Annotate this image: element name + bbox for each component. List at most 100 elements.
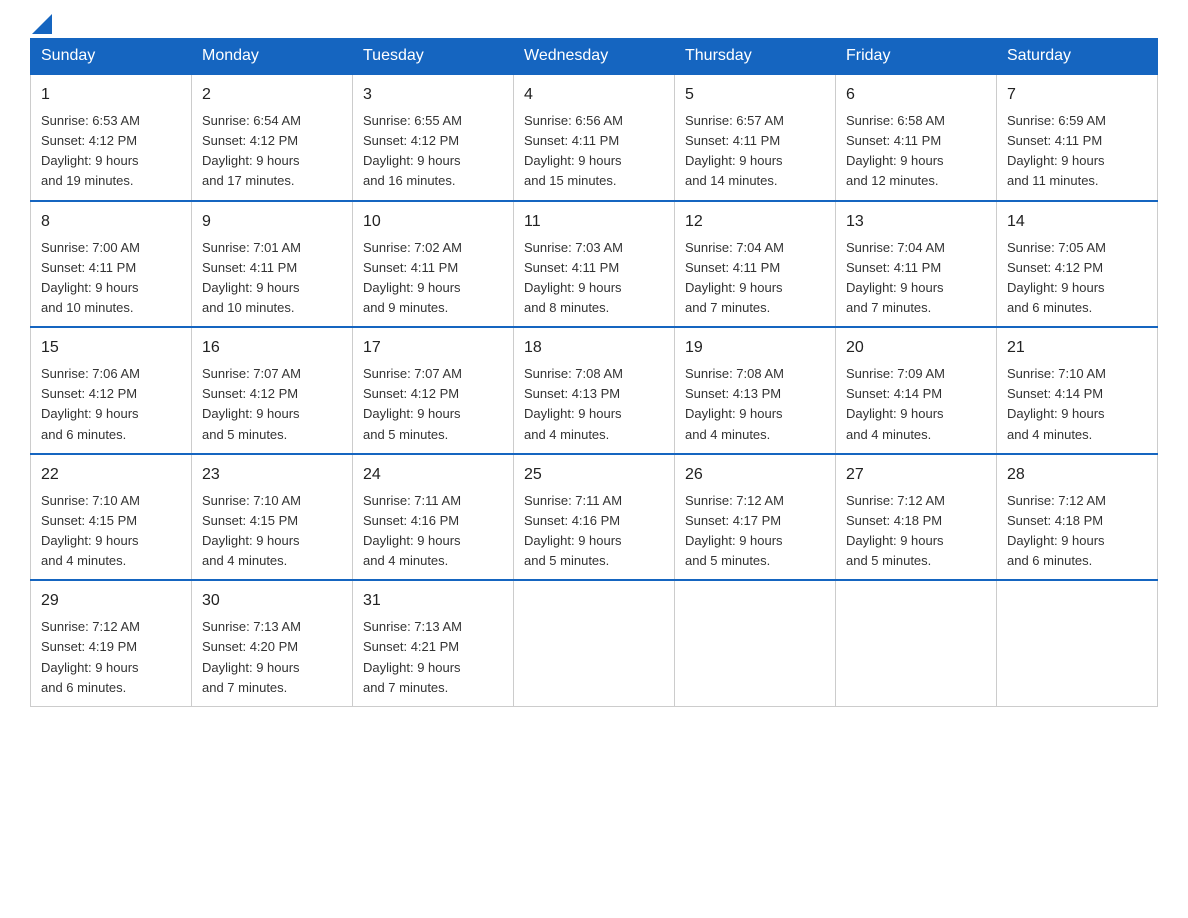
day-number: 19 <box>685 336 825 360</box>
day-number: 11 <box>524 210 664 234</box>
calendar-cell: 19 Sunrise: 7:08 AMSunset: 4:13 PMDayligh… <box>675 327 836 454</box>
calendar-cell: 30Sunrise: 7:13 AMSunset: 4:20 PMDayligh… <box>192 580 353 706</box>
calendar-cell: 17Sunrise: 7:07 AMSunset: 4:12 PMDayligh… <box>353 327 514 454</box>
day-number: 23 <box>202 463 342 487</box>
day-number: 2 <box>202 83 342 107</box>
day-number: 6 <box>846 83 986 107</box>
day-number: 27 <box>846 463 986 487</box>
calendar-header-friday: Friday <box>836 39 997 75</box>
calendar-cell: 26 Sunrise: 7:12 AMSunset: 4:17 PMDayligh… <box>675 454 836 581</box>
calendar-header-monday: Monday <box>192 39 353 75</box>
calendar-table: SundayMondayTuesdayWednesdayThursdayFrid… <box>30 38 1158 707</box>
day-info: Sunrise: 6:57 AMSunset: 4:11 PMDaylight:… <box>685 111 825 192</box>
day-number: 26 <box>685 463 825 487</box>
calendar-header-tuesday: Tuesday <box>353 39 514 75</box>
day-number: 22 <box>41 463 181 487</box>
calendar-week-row-4: 22 Sunrise: 7:10 AMSunset: 4:15 PMDayligh… <box>31 454 1158 581</box>
day-number: 31 <box>363 589 503 613</box>
day-number: 4 <box>524 83 664 107</box>
page-header <box>30 20 1158 28</box>
calendar-cell: 28 Sunrise: 7:12 AMSunset: 4:18 PMDayligh… <box>997 454 1158 581</box>
calendar-cell: 9 Sunrise: 7:01 AMSunset: 4:11 PMDaylight… <box>192 201 353 328</box>
calendar-cell: 4 Sunrise: 6:56 AMSunset: 4:11 PMDaylight… <box>514 74 675 201</box>
day-number: 20 <box>846 336 986 360</box>
calendar-header-wednesday: Wednesday <box>514 39 675 75</box>
day-info: Sunrise: 7:10 AMSunset: 4:14 PMDaylight:… <box>1007 364 1147 445</box>
day-number: 5 <box>685 83 825 107</box>
calendar-week-row-1: 1Sunrise: 6:53 AMSunset: 4:12 PMDaylight… <box>31 74 1158 201</box>
calendar-cell <box>836 580 997 706</box>
calendar-cell: 20 Sunrise: 7:09 AMSunset: 4:14 PMDayligh… <box>836 327 997 454</box>
calendar-cell <box>997 580 1158 706</box>
day-info: Sunrise: 7:00 AMSunset: 4:11 PMDaylight:… <box>41 238 181 319</box>
calendar-header-thursday: Thursday <box>675 39 836 75</box>
calendar-cell: 2 Sunrise: 6:54 AMSunset: 4:12 PMDaylight… <box>192 74 353 201</box>
day-info: Sunrise: 6:56 AMSunset: 4:11 PMDaylight:… <box>524 111 664 192</box>
day-info: Sunrise: 7:12 AMSunset: 4:17 PMDaylight:… <box>685 491 825 572</box>
calendar-header-saturday: Saturday <box>997 39 1158 75</box>
logo-arrow-icon <box>32 14 52 34</box>
calendar-week-row-5: 29 Sunrise: 7:12 AMSunset: 4:19 PMDayligh… <box>31 580 1158 706</box>
day-number: 24 <box>363 463 503 487</box>
day-info: Sunrise: 7:12 AMSunset: 4:18 PMDaylight:… <box>846 491 986 572</box>
calendar-cell: 6Sunrise: 6:58 AMSunset: 4:11 PMDaylight… <box>836 74 997 201</box>
calendar-cell <box>675 580 836 706</box>
day-info: Sunrise: 7:10 AMSunset: 4:15 PMDaylight:… <box>41 491 181 572</box>
day-number: 14 <box>1007 210 1147 234</box>
day-info: Sunrise: 7:13 AMSunset: 4:21 PMDaylight:… <box>363 617 503 698</box>
day-info: Sunrise: 7:05 AMSunset: 4:12 PMDaylight:… <box>1007 238 1147 319</box>
day-info: Sunrise: 7:12 AMSunset: 4:18 PMDaylight:… <box>1007 491 1147 572</box>
calendar-cell: 27 Sunrise: 7:12 AMSunset: 4:18 PMDayligh… <box>836 454 997 581</box>
day-info: Sunrise: 6:59 AMSunset: 4:11 PMDaylight:… <box>1007 111 1147 192</box>
day-info: Sunrise: 7:08 AMSunset: 4:13 PMDaylight:… <box>524 364 664 445</box>
day-number: 30 <box>202 589 342 613</box>
calendar-header-sunday: Sunday <box>31 39 192 75</box>
day-number: 16 <box>202 336 342 360</box>
day-number: 18 <box>524 336 664 360</box>
calendar-week-row-2: 8 Sunrise: 7:00 AMSunset: 4:11 PMDaylight… <box>31 201 1158 328</box>
day-info: Sunrise: 7:06 AMSunset: 4:12 PMDaylight:… <box>41 364 181 445</box>
calendar-cell: 16 Sunrise: 7:07 AMSunset: 4:12 PMDayligh… <box>192 327 353 454</box>
day-number: 3 <box>363 83 503 107</box>
calendar-cell: 24 Sunrise: 7:11 AMSunset: 4:16 PMDayligh… <box>353 454 514 581</box>
day-info: Sunrise: 7:01 AMSunset: 4:11 PMDaylight:… <box>202 238 342 319</box>
day-number: 13 <box>846 210 986 234</box>
calendar-cell: 25Sunrise: 7:11 AMSunset: 4:16 PMDayligh… <box>514 454 675 581</box>
day-number: 9 <box>202 210 342 234</box>
day-info: Sunrise: 7:12 AMSunset: 4:19 PMDaylight:… <box>41 617 181 698</box>
day-info: Sunrise: 7:08 AMSunset: 4:13 PMDaylight:… <box>685 364 825 445</box>
day-info: Sunrise: 7:07 AMSunset: 4:12 PMDaylight:… <box>202 364 342 445</box>
day-info: Sunrise: 7:07 AMSunset: 4:12 PMDaylight:… <box>363 364 503 445</box>
day-number: 21 <box>1007 336 1147 360</box>
day-number: 7 <box>1007 83 1147 107</box>
day-number: 29 <box>41 589 181 613</box>
calendar-cell: 23Sunrise: 7:10 AMSunset: 4:15 PMDayligh… <box>192 454 353 581</box>
day-number: 8 <box>41 210 181 234</box>
calendar-cell: 22 Sunrise: 7:10 AMSunset: 4:15 PMDayligh… <box>31 454 192 581</box>
calendar-cell: 15 Sunrise: 7:06 AMSunset: 4:12 PMDayligh… <box>31 327 192 454</box>
day-info: Sunrise: 6:55 AMSunset: 4:12 PMDaylight:… <box>363 111 503 192</box>
calendar-cell <box>514 580 675 706</box>
calendar-cell: 31 Sunrise: 7:13 AMSunset: 4:21 PMDayligh… <box>353 580 514 706</box>
day-info: Sunrise: 7:11 AMSunset: 4:16 PMDaylight:… <box>363 491 503 572</box>
day-info: Sunrise: 7:09 AMSunset: 4:14 PMDaylight:… <box>846 364 986 445</box>
day-info: Sunrise: 7:04 AMSunset: 4:11 PMDaylight:… <box>685 238 825 319</box>
day-info: Sunrise: 7:02 AMSunset: 4:11 PMDaylight:… <box>363 238 503 319</box>
calendar-cell: 14 Sunrise: 7:05 AMSunset: 4:12 PMDayligh… <box>997 201 1158 328</box>
logo <box>30 20 52 28</box>
calendar-cell: 29 Sunrise: 7:12 AMSunset: 4:19 PMDayligh… <box>31 580 192 706</box>
day-info: Sunrise: 6:54 AMSunset: 4:12 PMDaylight:… <box>202 111 342 192</box>
day-number: 1 <box>41 83 181 107</box>
calendar-cell: 3 Sunrise: 6:55 AMSunset: 4:12 PMDaylight… <box>353 74 514 201</box>
calendar-cell: 11Sunrise: 7:03 AMSunset: 4:11 PMDayligh… <box>514 201 675 328</box>
day-number: 28 <box>1007 463 1147 487</box>
day-number: 12 <box>685 210 825 234</box>
day-number: 15 <box>41 336 181 360</box>
calendar-cell: 1Sunrise: 6:53 AMSunset: 4:12 PMDaylight… <box>31 74 192 201</box>
calendar-cell: 10Sunrise: 7:02 AMSunset: 4:11 PMDayligh… <box>353 201 514 328</box>
day-number: 25 <box>524 463 664 487</box>
calendar-week-row-3: 15 Sunrise: 7:06 AMSunset: 4:12 PMDayligh… <box>31 327 1158 454</box>
calendar-header-row: SundayMondayTuesdayWednesdayThursdayFrid… <box>31 39 1158 75</box>
calendar-cell: 8 Sunrise: 7:00 AMSunset: 4:11 PMDaylight… <box>31 201 192 328</box>
calendar-cell: 7 Sunrise: 6:59 AMSunset: 4:11 PMDaylight… <box>997 74 1158 201</box>
